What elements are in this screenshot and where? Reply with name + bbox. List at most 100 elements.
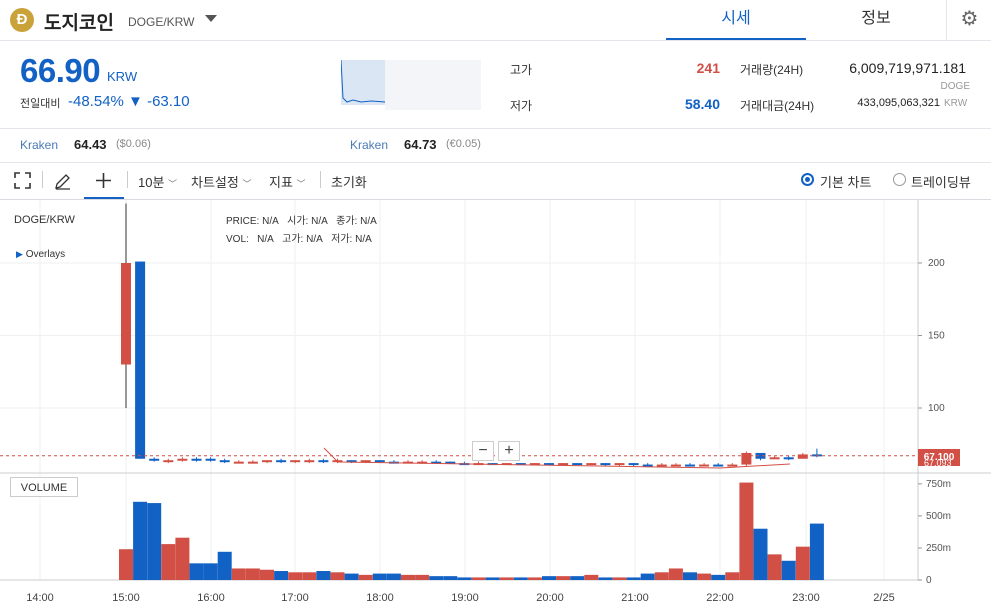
volume-value: 6,009,719,971.181	[849, 60, 966, 76]
info-close-value: N/A	[360, 216, 377, 227]
candle-body	[374, 460, 385, 463]
volume-bar	[795, 546, 810, 580]
expand-icon[interactable]	[14, 172, 31, 189]
tradingview-radio[interactable]	[893, 173, 906, 186]
volume-bar	[147, 503, 162, 580]
tradingview-label[interactable]: 트레이딩뷰	[911, 172, 971, 191]
ohlc-info-row1: PRICE: N/A 시가: N/A 종가: N/A	[226, 212, 377, 227]
chart-settings-dropdown[interactable]: 차트설정 ﹀	[191, 172, 251, 191]
candle-body	[149, 458, 160, 461]
info-price-value: N/A	[262, 216, 279, 227]
gear-icon[interactable]: ⚙	[946, 0, 991, 40]
volume-bar	[316, 571, 331, 580]
volume-label: 거래량(24H)	[740, 63, 804, 77]
volume-bar	[231, 568, 246, 580]
candle-body	[783, 457, 794, 460]
exchange-name[interactable]: Kraken	[350, 138, 388, 152]
x-tick-label: 15:00	[112, 592, 140, 604]
candle-body	[797, 454, 808, 459]
radio-dot	[805, 177, 810, 182]
candle-body	[685, 464, 695, 467]
volume-bar	[697, 573, 712, 580]
volume-bar	[386, 573, 401, 580]
toolbar-divider	[320, 171, 321, 188]
basic-chart-label[interactable]: 기본 차트	[820, 172, 871, 191]
volume-bar	[725, 572, 740, 580]
candle-body	[558, 463, 569, 466]
candle-body	[276, 460, 287, 463]
x-tick-label: 14:00	[26, 592, 54, 604]
volume-bar	[527, 577, 542, 580]
x-tick-label: 18:00	[366, 592, 394, 604]
candle-body	[163, 460, 174, 463]
volume-bar	[288, 572, 303, 580]
exchange-price: 64.73	[404, 137, 437, 152]
volume-bar	[809, 523, 824, 580]
candle-body	[262, 460, 272, 463]
candle-body	[219, 460, 230, 463]
change-label: 전일대비	[20, 98, 61, 110]
low-label: 저가	[510, 99, 533, 113]
exchange-name[interactable]: Kraken	[20, 138, 58, 152]
interval-dropdown[interactable]: 10분 ﹀	[138, 172, 177, 191]
volume-bar	[542, 576, 556, 580]
sparkline-area	[341, 60, 385, 105]
volume-bar	[429, 576, 444, 580]
candle-body	[290, 460, 301, 463]
candle-body	[304, 460, 315, 463]
coin-name[interactable]: 도지코인	[44, 8, 114, 35]
chevron-down-icon[interactable]	[205, 15, 217, 22]
volume-bar	[260, 569, 274, 580]
volume-bar	[668, 568, 683, 580]
volume-bar	[584, 574, 599, 580]
volume-panel-label[interactable]: VOLUME	[10, 477, 78, 497]
sparkline-bg	[385, 60, 481, 110]
volume-bar	[274, 571, 289, 580]
candle-body	[628, 463, 639, 466]
overlays-toggle[interactable]: ▶ Overlays	[16, 249, 65, 260]
down-arrow-icon: ▼	[128, 93, 143, 110]
price-chart[interactable]: 200 150 100 750m 500m 250m 0 14:00 15:00 16:00 17:…	[0, 200, 991, 613]
volume-bar	[330, 572, 345, 580]
candle-body	[572, 463, 583, 466]
chevron-down-icon: ﹀	[168, 179, 178, 189]
sparkline-chart	[341, 60, 481, 110]
toolbar-divider	[42, 171, 43, 188]
current-price: 66.90	[20, 52, 101, 89]
price-unit: KRW	[107, 69, 138, 84]
info-vol-label: VOL:	[226, 234, 249, 245]
tab-info[interactable]: 정보	[806, 0, 946, 40]
crosshair-tool[interactable]	[84, 162, 124, 199]
volume-bar	[372, 573, 387, 580]
x-tick-label: 22:00	[706, 592, 734, 604]
volume-bar	[781, 560, 796, 580]
candle-body	[121, 263, 131, 365]
high-value: 241	[696, 60, 720, 76]
volume-bar	[358, 574, 373, 580]
candle-body	[769, 457, 780, 460]
volume-bar	[471, 577, 486, 580]
high-label: 고가	[510, 63, 533, 77]
tab-quote[interactable]: 시세	[666, 0, 806, 40]
candle-body	[247, 461, 258, 464]
volume-bar	[513, 577, 528, 580]
candle-body	[233, 461, 244, 464]
indicators-dropdown[interactable]: 지표 ﹀	[269, 172, 306, 191]
change-value: -48.54% ▼ -63.10	[68, 93, 190, 110]
coin-symbol[interactable]: DOGE/KRW	[128, 15, 194, 29]
x-tick-label: 2/25	[873, 592, 894, 604]
overlays-label: Overlays	[25, 249, 66, 260]
ohlc-info-row2: VOL: N/A 고가: N/A 저가: N/A	[226, 230, 372, 245]
volume-bar	[767, 554, 782, 580]
volume-bar	[626, 577, 641, 580]
candle-body	[586, 463, 597, 466]
candle-body	[205, 458, 216, 461]
volume-bar	[711, 574, 726, 580]
basic-chart-radio[interactable]	[801, 173, 814, 186]
zoom-out-button[interactable]: −	[472, 441, 494, 461]
zoom-in-button[interactable]: +	[498, 441, 520, 461]
reset-button[interactable]: 초기화	[331, 172, 367, 191]
volume-bar	[612, 577, 627, 580]
pencil-icon[interactable]	[54, 172, 72, 190]
last-price-sub: 67.093	[924, 458, 952, 468]
